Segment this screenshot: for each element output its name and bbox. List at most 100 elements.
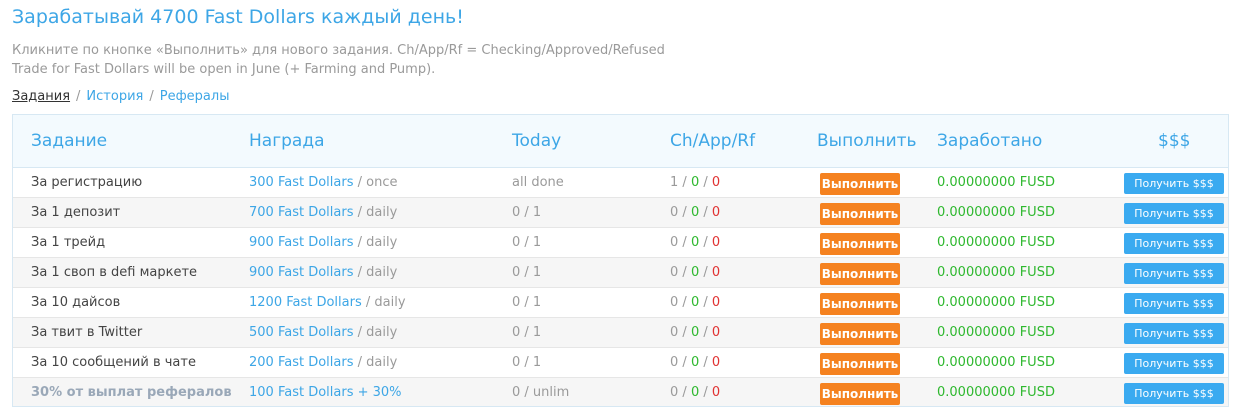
earned-amount: 0.00000000 FUSD: [937, 295, 1055, 310]
execute-button[interactable]: Выполнить: [820, 353, 900, 375]
action-cell: Выполнить: [820, 323, 900, 345]
table-row: За твит в Twitter 500 Fast Dollars / dai…: [13, 318, 1228, 348]
earned-amount: 0.00000000 FUSD: [937, 205, 1055, 220]
execute-button[interactable]: Выполнить: [820, 383, 900, 405]
approved-count: 0: [690, 355, 700, 370]
get-money-button[interactable]: Получить $$$: [1124, 323, 1224, 344]
reward-period: / daily: [353, 205, 398, 220]
breadcrumb-separator: /: [149, 89, 154, 104]
task-name: За твит в Twitter: [31, 325, 143, 340]
refused-count: 0: [711, 265, 721, 280]
task-reward: 300 Fast Dollars / once: [249, 168, 397, 198]
status-counts: 0 / 0 / 0: [670, 205, 721, 220]
get-money-button[interactable]: Получить $$$: [1124, 353, 1224, 374]
column-header-reward: Награда: [249, 131, 325, 151]
today-progress: 0 / 1: [512, 325, 542, 340]
execute-button[interactable]: Выполнить: [820, 263, 900, 285]
reward-amount: 700 Fast Dollars: [249, 205, 354, 220]
status-counts: 0 / 0 / 0: [670, 385, 721, 400]
status-counts: 0 / 0 / 0: [670, 355, 721, 370]
approved-count: 0: [690, 265, 700, 280]
status-counts: 0 / 0 / 0: [670, 235, 721, 250]
table-row: За 1 трейд 900 Fast Dollars / daily 0 / …: [13, 228, 1228, 258]
breadcrumb-referrals[interactable]: Рефералы: [160, 89, 230, 104]
task-reward: 100 Fast Dollars + 30%: [249, 378, 402, 406]
get-money-button[interactable]: Получить $$$: [1124, 233, 1224, 254]
page: Зарабатывай 4700 Fast Dollars каждый ден…: [0, 0, 1240, 417]
reward-period: / daily: [353, 355, 398, 370]
approved-count: 0: [690, 205, 700, 220]
get-money-button[interactable]: Получить $$$: [1124, 203, 1224, 224]
reward-period: / once: [353, 175, 398, 190]
table-row: За 10 сообщений в чате 200 Fast Dollars …: [13, 348, 1228, 378]
task-name: За 1 своп в defi маркете: [31, 265, 198, 280]
status-counts: 0 / 0 / 0: [670, 325, 721, 340]
get-cell: Получить $$$: [1124, 173, 1224, 194]
reward-amount: 500 Fast Dollars: [249, 325, 354, 340]
column-header-earned: Заработано: [937, 131, 1043, 151]
description-line-2: Trade for Fast Dollars will be open in J…: [12, 62, 436, 77]
today-progress: 0 / unlim: [512, 385, 570, 400]
reward-period: / daily: [353, 265, 398, 280]
tasks-table: Задание Награда Today Ch/App/Rf Выполнит…: [12, 114, 1229, 407]
earned-amount: 0.00000000 FUSD: [937, 325, 1055, 340]
today-progress: 0 / 1: [512, 235, 542, 250]
page-title: Зарабатывай 4700 Fast Dollars каждый ден…: [12, 6, 464, 28]
action-cell: Выполнить: [820, 233, 900, 255]
earned-amount: 0.00000000 FUSD: [937, 175, 1055, 190]
status-counts: 0 / 0 / 0: [670, 295, 721, 310]
get-cell: Получить $$$: [1124, 293, 1224, 314]
column-header-action: Выполнить: [817, 131, 917, 151]
get-cell: Получить $$$: [1124, 383, 1224, 404]
earned-amount: 0.00000000 FUSD: [937, 355, 1055, 370]
action-cell: Выполнить: [820, 383, 900, 405]
execute-button[interactable]: Выполнить: [820, 203, 900, 225]
refused-count: 0: [711, 325, 721, 340]
column-header-task: Задание: [31, 131, 108, 151]
refused-count: 0: [711, 235, 721, 250]
refused-count: 0: [711, 385, 721, 400]
get-cell: Получить $$$: [1124, 353, 1224, 374]
table-body: За регистрацию 300 Fast Dollars / once a…: [13, 168, 1228, 406]
breadcrumb-tasks[interactable]: Задания: [12, 89, 70, 104]
task-reward: 1200 Fast Dollars / daily: [249, 288, 406, 318]
task-reward: 700 Fast Dollars / daily: [249, 198, 397, 228]
execute-button[interactable]: Выполнить: [820, 293, 900, 315]
column-header-today: Today: [512, 131, 562, 151]
reward-period: / daily: [353, 325, 398, 340]
action-cell: Выполнить: [820, 203, 900, 225]
task-name: 30% от выплат рефералов: [31, 385, 232, 400]
execute-button[interactable]: Выполнить: [820, 323, 900, 345]
approved-count: 0: [690, 325, 700, 340]
get-cell: Получить $$$: [1124, 323, 1224, 344]
today-progress: all done: [512, 175, 564, 190]
get-money-button[interactable]: Получить $$$: [1124, 293, 1224, 314]
reward-amount: 200 Fast Dollars: [249, 355, 354, 370]
get-cell: Получить $$$: [1124, 233, 1224, 254]
breadcrumb-separator: /: [76, 89, 81, 104]
breadcrumb-history[interactable]: История: [86, 89, 143, 104]
refused-count: 0: [711, 175, 721, 190]
approved-count: 0: [690, 175, 700, 190]
reward-amount: 300 Fast Dollars: [249, 175, 354, 190]
earned-amount: 0.00000000 FUSD: [937, 265, 1055, 280]
page-description: Кликните по кнопке «Выполнить» для новог…: [12, 41, 665, 79]
table-header: Задание Награда Today Ch/App/Rf Выполнит…: [13, 115, 1228, 168]
today-progress: 0 / 1: [512, 355, 542, 370]
get-money-button[interactable]: Получить $$$: [1124, 263, 1224, 284]
task-name: За 10 сообщений в чате: [31, 355, 196, 370]
refused-count: 0: [711, 205, 721, 220]
get-money-button[interactable]: Получить $$$: [1124, 173, 1224, 194]
execute-button[interactable]: Выполнить: [820, 173, 900, 195]
action-cell: Выполнить: [820, 173, 900, 195]
reward-period: / daily: [353, 235, 398, 250]
task-name: За 10 дайсов: [31, 295, 121, 310]
column-header-status: Ch/App/Rf: [670, 131, 756, 151]
execute-button[interactable]: Выполнить: [820, 233, 900, 255]
today-progress: 0 / 1: [512, 205, 542, 220]
table-row: За регистрацию 300 Fast Dollars / once a…: [13, 168, 1228, 198]
action-cell: Выполнить: [820, 353, 900, 375]
refused-count: 0: [711, 295, 721, 310]
status-counts: 0 / 0 / 0: [670, 265, 721, 280]
get-money-button[interactable]: Получить $$$: [1124, 383, 1224, 404]
